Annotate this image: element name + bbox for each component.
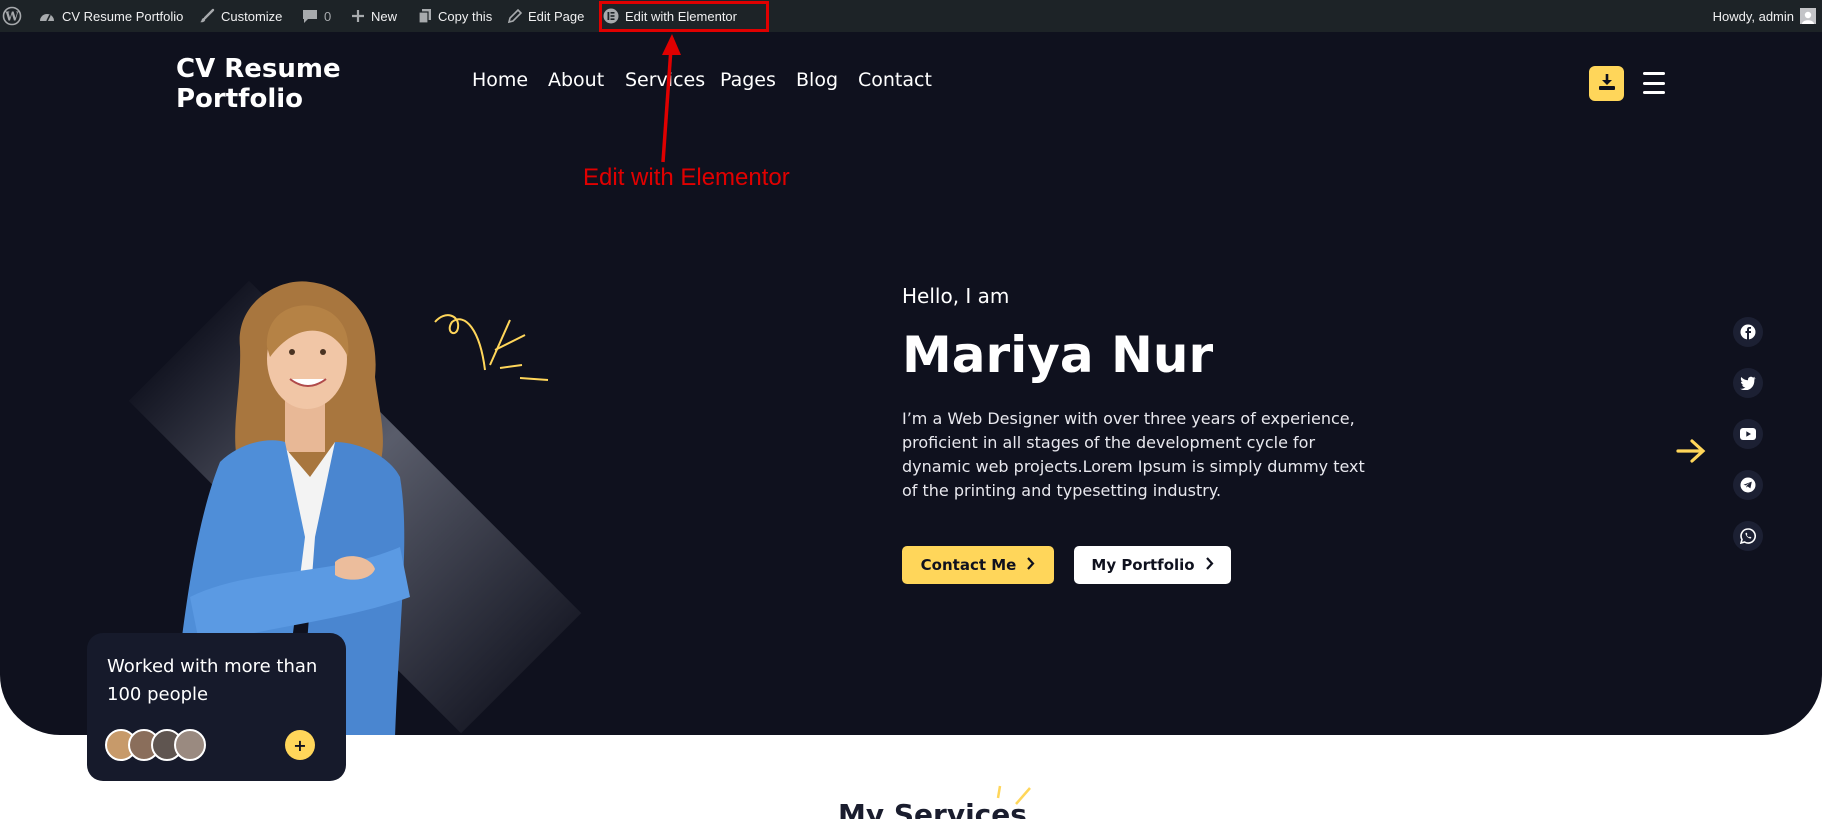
- adminbar-new[interactable]: New: [351, 0, 397, 32]
- twitter-icon[interactable]: [1733, 368, 1763, 398]
- pencil-icon: [507, 8, 522, 24]
- annotation-highlight-box: [599, 1, 769, 32]
- copy-icon: [418, 8, 432, 24]
- chevron-right-icon: [1026, 556, 1035, 574]
- comment-count: 0: [324, 8, 332, 24]
- adminbar-customize-label: Customize: [221, 8, 283, 24]
- brush-icon: [199, 8, 215, 24]
- youtube-icon[interactable]: [1733, 419, 1763, 449]
- hero-bio: I’m a Web Designer with over three years…: [902, 409, 1365, 500]
- adminbar-customize[interactable]: Customize: [199, 0, 282, 32]
- nav-services[interactable]: Services: [625, 69, 705, 91]
- nav-home[interactable]: Home: [472, 69, 528, 91]
- avatar: [174, 729, 206, 761]
- annotation-label: Edit with Elementor: [583, 164, 790, 191]
- download-icon: [1598, 73, 1616, 95]
- admin-avatar-icon: [1800, 8, 1816, 24]
- telegram-icon[interactable]: [1733, 470, 1763, 500]
- adminbar-copy-label: Copy this: [438, 8, 493, 24]
- adminbar-edit-page-label: Edit Page: [528, 8, 585, 24]
- my-portfolio-label: My Portfolio: [1091, 556, 1195, 574]
- next-slide-arrow-icon[interactable]: [1676, 438, 1706, 468]
- adminbar-howdy: Howdy, admin: [1712, 8, 1794, 24]
- comment-icon: [302, 9, 318, 24]
- chevron-right-icon: [1205, 556, 1214, 574]
- nav-pages[interactable]: Pages: [720, 69, 776, 91]
- hamburger-menu-button[interactable]: [1643, 72, 1665, 94]
- adminbar-new-label: New: [371, 8, 398, 24]
- contact-me-button[interactable]: Contact Me: [902, 546, 1054, 584]
- adminbar-account[interactable]: Howdy, admin: [1713, 0, 1816, 32]
- nav-blog[interactable]: Blog: [796, 69, 838, 91]
- adminbar-copy[interactable]: Copy this: [418, 0, 492, 32]
- admin-bar: W CV Resume Portfolio Customize 0 New Co…: [0, 0, 1822, 32]
- doodle-decoration-icon: [996, 784, 1036, 818]
- contact-me-label: Contact Me: [920, 556, 1017, 574]
- svg-text:W: W: [4, 10, 19, 24]
- nav-contact[interactable]: Contact: [858, 69, 932, 91]
- dashboard-icon: [38, 9, 56, 23]
- my-portfolio-button[interactable]: My Portfolio: [1074, 546, 1231, 584]
- nav-about[interactable]: About: [548, 69, 604, 91]
- wordpress-logo-icon[interactable]: W: [2, 0, 22, 32]
- hero-section: CV Resume Portfolio Home About Services …: [0, 32, 1822, 735]
- hero-greeting: Hello, I am: [902, 284, 1010, 308]
- download-cv-button[interactable]: [1589, 66, 1624, 101]
- hero-name: Mariya Nur: [902, 326, 1214, 384]
- adminbar-edit-page[interactable]: Edit Page: [507, 0, 584, 32]
- plus-icon: [351, 9, 365, 23]
- whatsapp-icon[interactable]: [1733, 521, 1763, 551]
- stats-card: Worked with more than 100 people +: [87, 633, 346, 781]
- adminbar-site-name: CV Resume Portfolio: [62, 8, 184, 24]
- site-title[interactable]: CV Resume Portfolio: [176, 54, 376, 114]
- adminbar-site-link[interactable]: CV Resume Portfolio: [38, 0, 183, 32]
- adminbar-comments[interactable]: 0: [302, 0, 331, 32]
- more-people-badge: +: [285, 730, 315, 760]
- stats-text: Worked with more than 100 people: [107, 656, 318, 705]
- doodle-decoration-icon: [430, 310, 550, 394]
- facebook-icon[interactable]: [1733, 317, 1763, 347]
